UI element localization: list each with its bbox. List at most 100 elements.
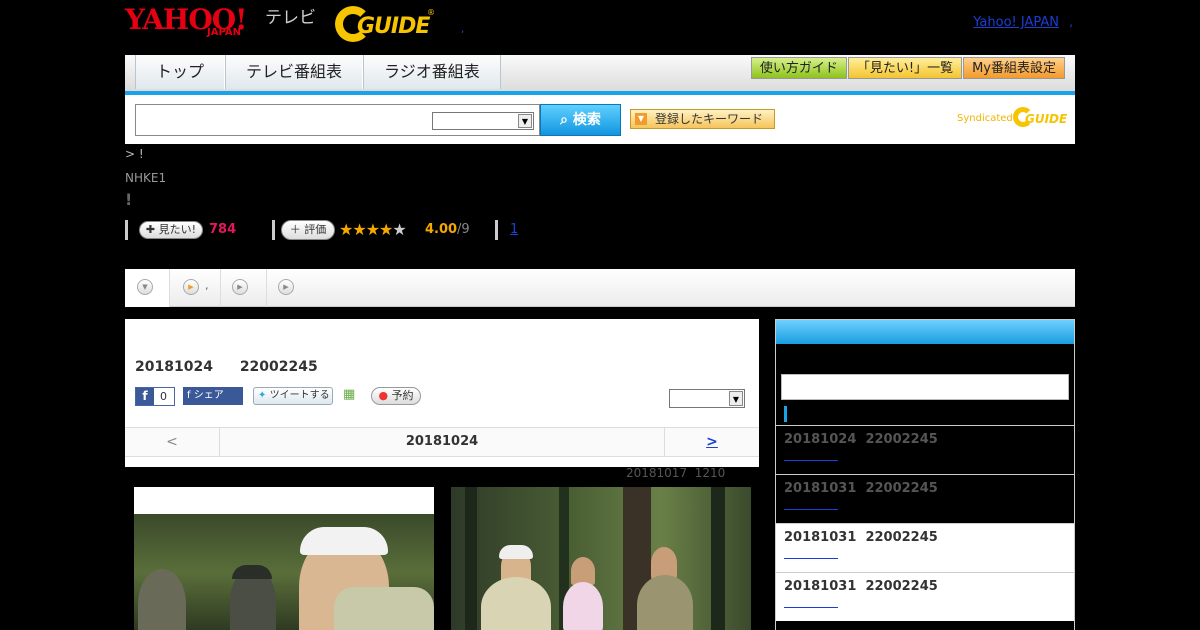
photo-cap (232, 565, 272, 579)
photo-tree (711, 487, 725, 630)
record-icon: ● (378, 389, 389, 402)
chevron-down-icon: ▼ (518, 114, 532, 128)
usage-guide-button[interactable]: 使い方ガイド (750, 57, 847, 79)
my-listings-settings-button[interactable]: My番組表設定 (963, 57, 1065, 79)
star-empty-icon: ★ (392, 220, 406, 239)
breadcrumb: > ! (125, 147, 144, 161)
channel-name: NHKE1 (125, 171, 167, 185)
facebook-share-button[interactable]: f シェア (183, 387, 243, 405)
sidebar-list-item[interactable]: 20181031 22002245 (776, 474, 1074, 523)
photo-cap (300, 527, 388, 555)
updated-date: 20181017 (626, 466, 688, 480)
previous-day-button[interactable]: < (125, 428, 220, 456)
play-icon: ▶ (183, 279, 199, 295)
photo-shirt (563, 582, 603, 630)
day-navigation: < 20181024 > (125, 427, 759, 457)
photo-shirt (481, 577, 551, 630)
gguide-logo-reg: ® (427, 8, 435, 17)
gguide-logo[interactable]: GUIDE ® (335, 6, 435, 42)
subnav-item-4[interactable]: ▶ (268, 269, 313, 307)
detail-select[interactable]: ▼ (669, 389, 745, 408)
rating-stars: ★★★★★ (339, 220, 407, 240)
rating-count: /9 (457, 222, 470, 237)
record-reserve-button[interactable]: ● 予約 (371, 387, 421, 405)
site-header: YAHOO! JAPAN テレビ GUIDE ® , Yahoo! JAPAN … (125, 0, 1075, 52)
program-title-mark: ! (125, 190, 133, 209)
tv-logo-text: テレビ (265, 8, 316, 28)
review-count-link[interactable]: 1 (510, 222, 518, 238)
syndicated-text: Syndicated (957, 113, 1013, 124)
tab-top[interactable]: トップ (135, 55, 226, 89)
facebook-like-button[interactable]: f 0 (135, 387, 175, 406)
broadcast-date: 20181024 (135, 359, 213, 375)
subnav-item-2-label: , (205, 279, 209, 292)
sidebar-header (776, 320, 1074, 344)
photo-figure (138, 569, 186, 630)
rating-row: ✚ 見たい! 784 ＋ 評価 ★★★★★ 4.00 /9 1 (125, 220, 725, 240)
broadcast-datetime: 20181024 22002245 (135, 359, 340, 375)
divider (495, 220, 498, 240)
syndicated-gguide-logo: Syndicated GUIDE (957, 107, 1067, 131)
search-category-select[interactable]: ▼ (432, 112, 534, 130)
nav-tabs: トップ テレビ番組表 ラジオ番組表 (135, 55, 501, 91)
chevron-down-icon: ▼ (729, 391, 743, 406)
facebook-like-count: 0 (160, 390, 167, 403)
broadcast-time: 22002245 (239, 359, 318, 375)
search-bar: ▼ ⌕ 検索 ▼ 登録したキーワード Syndicated GUIDE (125, 95, 1075, 144)
sidebar-input[interactable] (781, 374, 1069, 400)
sidebar-section-mark (784, 406, 787, 422)
sidebar-item-link[interactable] (784, 509, 838, 510)
tab-tv-listings[interactable]: テレビ番組表 (225, 55, 364, 89)
gguide-logo-text: GUIDE (357, 14, 430, 39)
sidebar-item-datetime: 20181031 22002245 (784, 530, 938, 545)
yahoo-japan-link[interactable]: Yahoo! JAPAN (973, 15, 1059, 30)
tab-radio-listings[interactable]: ラジオ番組表 (363, 55, 501, 89)
photo-tree (465, 487, 477, 630)
sidebar-item-link[interactable] (784, 607, 838, 608)
divider (125, 220, 128, 240)
tweet-label: ツイートする (269, 390, 330, 401)
play-icon: ▶ (278, 279, 294, 295)
program-photo-2[interactable] (451, 487, 751, 630)
want-to-watch-button[interactable]: ✚ 見たい! (139, 221, 203, 239)
star-filled-icon: ★ (365, 220, 380, 239)
want-label: 見たい! (158, 223, 197, 236)
photo-face (571, 557, 595, 585)
rate-label: 評価 (304, 223, 327, 236)
sidebar-list-item[interactable]: 20181031 22002245 (776, 523, 1074, 572)
subnav-item-1[interactable]: ▼ (125, 269, 170, 307)
current-day-label: 20181024 (405, 434, 479, 449)
tweet-button[interactable]: ✦ ツイートする (253, 387, 333, 405)
star-filled-icon: ★ (352, 220, 366, 239)
calendar-icon[interactable]: ▦ (343, 387, 359, 403)
rate-button[interactable]: ＋ 評価 (281, 220, 335, 240)
yahoo-japan-logo[interactable]: YAHOO! JAPAN (125, 6, 247, 38)
sidebar-item-datetime: 20181031 22002245 (784, 579, 938, 594)
sidebar-list-item[interactable]: 20181024 22002245 (776, 425, 1074, 474)
sidebar-list-item[interactable]: 20181031 22002245 (776, 572, 1074, 621)
updated-time: 1210 (694, 466, 726, 480)
saved-keywords-button[interactable]: ▼ 登録したキーワード (630, 109, 775, 129)
global-nav: トップ テレビ番組表 ラジオ番組表 使い方ガイド 「見たい!」一覧 My番組表設… (125, 55, 1075, 95)
divider (272, 220, 275, 240)
want-list-button[interactable]: 「見たい!」一覧 (847, 57, 963, 79)
photo-shirt (334, 587, 434, 630)
sidebar-item-datetime: 20181031 22002245 (784, 481, 938, 496)
facebook-icon: f (136, 388, 154, 405)
program-subnav: ▼ ▶ , ▶ ▶ (125, 269, 1075, 307)
triangle-down-icon: ▼ (635, 113, 647, 125)
reserve-label: 予約 (391, 389, 414, 402)
search-button-label: 検索 (572, 112, 601, 128)
sidebar-item-datetime: 20181024 22002245 (784, 432, 938, 447)
program-photo-1[interactable] (134, 487, 434, 630)
header-separator: , (461, 24, 465, 35)
subnav-item-3[interactable]: ▶ (222, 269, 267, 307)
sidebar-item-link[interactable] (784, 460, 838, 461)
search-icon: ⌕ (560, 112, 568, 128)
next-day-link[interactable]: > (664, 428, 759, 456)
subnav-item-2[interactable]: ▶ , (171, 269, 221, 307)
sidebar-item-link[interactable] (784, 558, 838, 559)
search-button[interactable]: ⌕ 検索 (540, 104, 621, 136)
star-filled-icon: ★ (339, 220, 353, 239)
star-filled-icon: ★ (379, 220, 393, 239)
